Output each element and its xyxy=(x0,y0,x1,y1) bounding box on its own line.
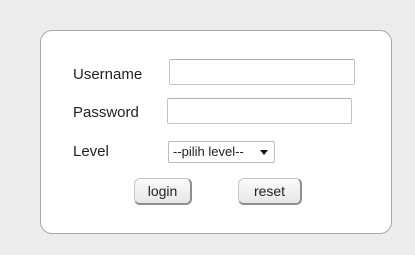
username-input[interactable] xyxy=(169,59,355,85)
password-input[interactable] xyxy=(167,98,352,124)
level-select-value: --pilih level-- xyxy=(173,144,244,159)
username-label: Username xyxy=(73,66,143,83)
login-button[interactable]: login xyxy=(134,178,192,205)
level-select[interactable]: --pilih level-- xyxy=(168,141,275,163)
login-panel: Username Password Level --pilih level-- … xyxy=(40,30,392,234)
chevron-down-icon xyxy=(260,150,268,155)
level-label: Level xyxy=(73,143,109,160)
password-label: Password xyxy=(73,104,139,121)
reset-button[interactable]: reset xyxy=(238,178,302,205)
